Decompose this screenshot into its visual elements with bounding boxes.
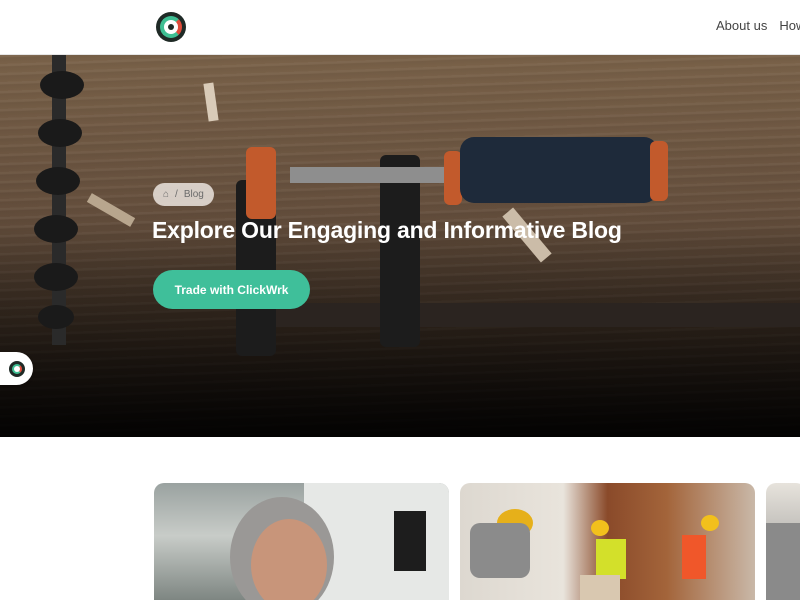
main-nav: About us How it — [716, 18, 800, 33]
logo-mark-icon — [160, 16, 182, 38]
blog-card[interactable] — [154, 483, 449, 600]
hero-banner: ⌂ / Blog Explore Our Engaging and Inform… — [0, 55, 800, 437]
hero-background-image — [34, 55, 800, 356]
page-title: Explore Our Engaging and Informative Blo… — [152, 217, 622, 243]
floating-logo-badge[interactable] — [0, 352, 33, 385]
breadcrumb: ⌂ / Blog — [153, 183, 214, 206]
site-header: About us How it — [0, 0, 800, 55]
auger-bit-shape — [34, 55, 84, 345]
breadcrumb-current: Blog — [183, 189, 204, 200]
smiling-older-woman-photo — [230, 483, 449, 600]
construction-workers-photo — [470, 509, 719, 600]
breadcrumb-separator: / — [175, 189, 178, 200]
construction-worker-photo — [766, 523, 800, 600]
blog-card[interactable] — [460, 483, 755, 600]
logo-mark-icon — [8, 360, 25, 377]
clickwrk-logo[interactable] — [156, 12, 186, 42]
blog-card[interactable] — [766, 483, 800, 600]
trade-with-clickwrk-button[interactable]: Trade with ClickWrk — [153, 270, 310, 309]
nav-how-it-works[interactable]: How it — [779, 18, 800, 33]
home-icon[interactable]: ⌂ — [163, 189, 169, 200]
nav-about-us[interactable]: About us — [716, 18, 767, 33]
